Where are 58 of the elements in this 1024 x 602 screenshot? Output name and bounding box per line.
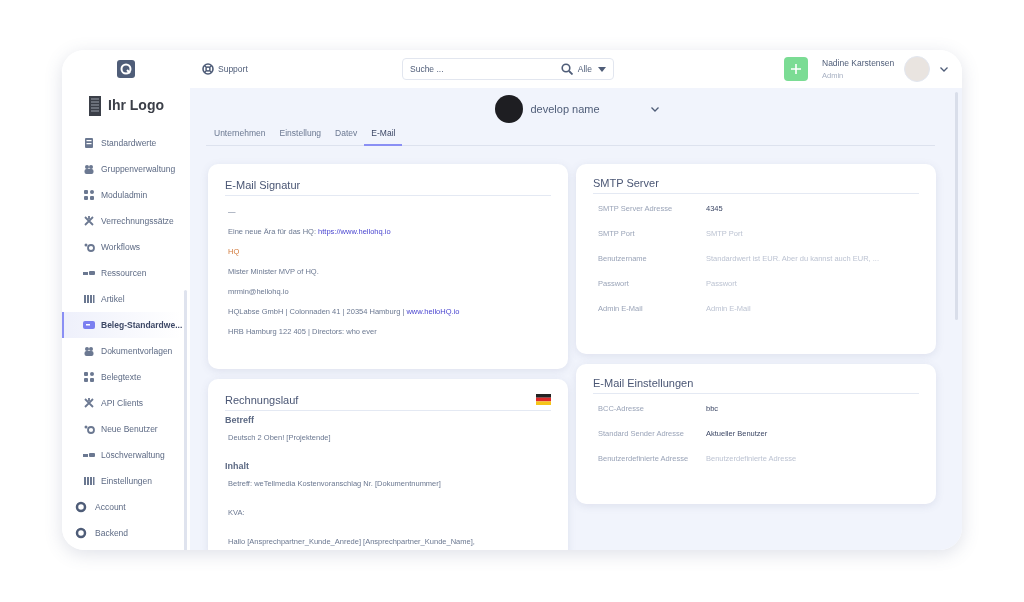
card-title: E-Mail Signatur xyxy=(225,178,301,191)
sidebar-item[interactable]: Ressourcen xyxy=(62,260,181,286)
menu-icon xyxy=(83,293,95,305)
sidebar-item[interactable]: Löschverwaltung xyxy=(62,442,181,468)
sidebar-item[interactable]: Einstellungen xyxy=(62,468,181,494)
tab[interactable]: Einstellung xyxy=(279,128,329,146)
caret-icon xyxy=(598,66,606,72)
menu-icon xyxy=(83,189,95,201)
chevron-down-icon xyxy=(650,106,659,112)
sidebar-item[interactable]: API Clients xyxy=(62,390,181,416)
avatar[interactable] xyxy=(904,56,930,82)
sidebar-item[interactable]: Artikel xyxy=(62,286,181,312)
sidebar-item[interactable]: Moduladmin xyxy=(62,182,181,208)
menu-icon xyxy=(83,163,95,175)
logo-text: Ihr Logo xyxy=(108,97,164,113)
sidebar-item[interactable]: Account xyxy=(62,494,181,520)
user-name: Nadine Karstensen xyxy=(822,58,894,68)
add-button[interactable] xyxy=(784,57,808,81)
company-name: develop name xyxy=(530,103,601,115)
building-icon xyxy=(88,94,102,116)
sidebar-item[interactable]: Verrechnungssätze xyxy=(62,208,181,234)
menu-icon xyxy=(83,371,95,383)
tab[interactable]: Unternehmen xyxy=(214,128,273,146)
card-title: SMTP Server xyxy=(593,176,659,189)
menu-icon xyxy=(83,137,95,149)
sidebar-item[interactable]: Standardwerte xyxy=(62,130,181,156)
sidebar-item[interactable]: Gruppenverwaltung xyxy=(62,156,181,182)
menu-icon xyxy=(83,397,95,409)
menu-icon xyxy=(83,241,95,253)
menu-icon xyxy=(83,215,95,227)
lifebuoy-icon xyxy=(202,63,214,75)
scrollbar[interactable] xyxy=(184,290,187,550)
company-logo xyxy=(494,95,523,123)
scope-dropdown[interactable]: Alle xyxy=(577,64,608,74)
card-title: E-Mail Einstellungen xyxy=(593,376,694,389)
menu-icon xyxy=(83,475,95,487)
search-icon xyxy=(560,63,573,75)
sidebar-item[interactable]: Workflows xyxy=(62,234,181,260)
sidebar-item[interactable]: Backend xyxy=(62,520,181,546)
app-logo-icon xyxy=(117,60,135,78)
card-title: Rechnungslauf xyxy=(225,393,299,406)
section-label: Inhalt xyxy=(225,461,250,471)
ring-icon xyxy=(75,527,87,539)
sidebar-item[interactable]: Neue Benutzer xyxy=(62,416,181,442)
document-icon xyxy=(83,319,95,331)
ring-icon xyxy=(75,501,87,513)
sidebar-item[interactable]: Dokumentvorlagen xyxy=(62,338,181,364)
support-link[interactable]: Support xyxy=(202,63,402,75)
menu-icon xyxy=(83,423,95,435)
search-field[interactable]: Suche ... Alle xyxy=(402,58,614,80)
tab[interactable]: Datev xyxy=(335,128,365,146)
tab[interactable]: E-Mail xyxy=(364,128,403,146)
menu-icon xyxy=(83,345,95,357)
germany-flag-icon xyxy=(536,394,551,405)
sidebar-item[interactable]: Beleg-Standardwe... xyxy=(62,312,181,338)
section-label: Betreff xyxy=(225,415,255,425)
sidebar-item[interactable]: Belegtexte xyxy=(62,364,181,390)
chevron-down-icon xyxy=(940,66,948,72)
